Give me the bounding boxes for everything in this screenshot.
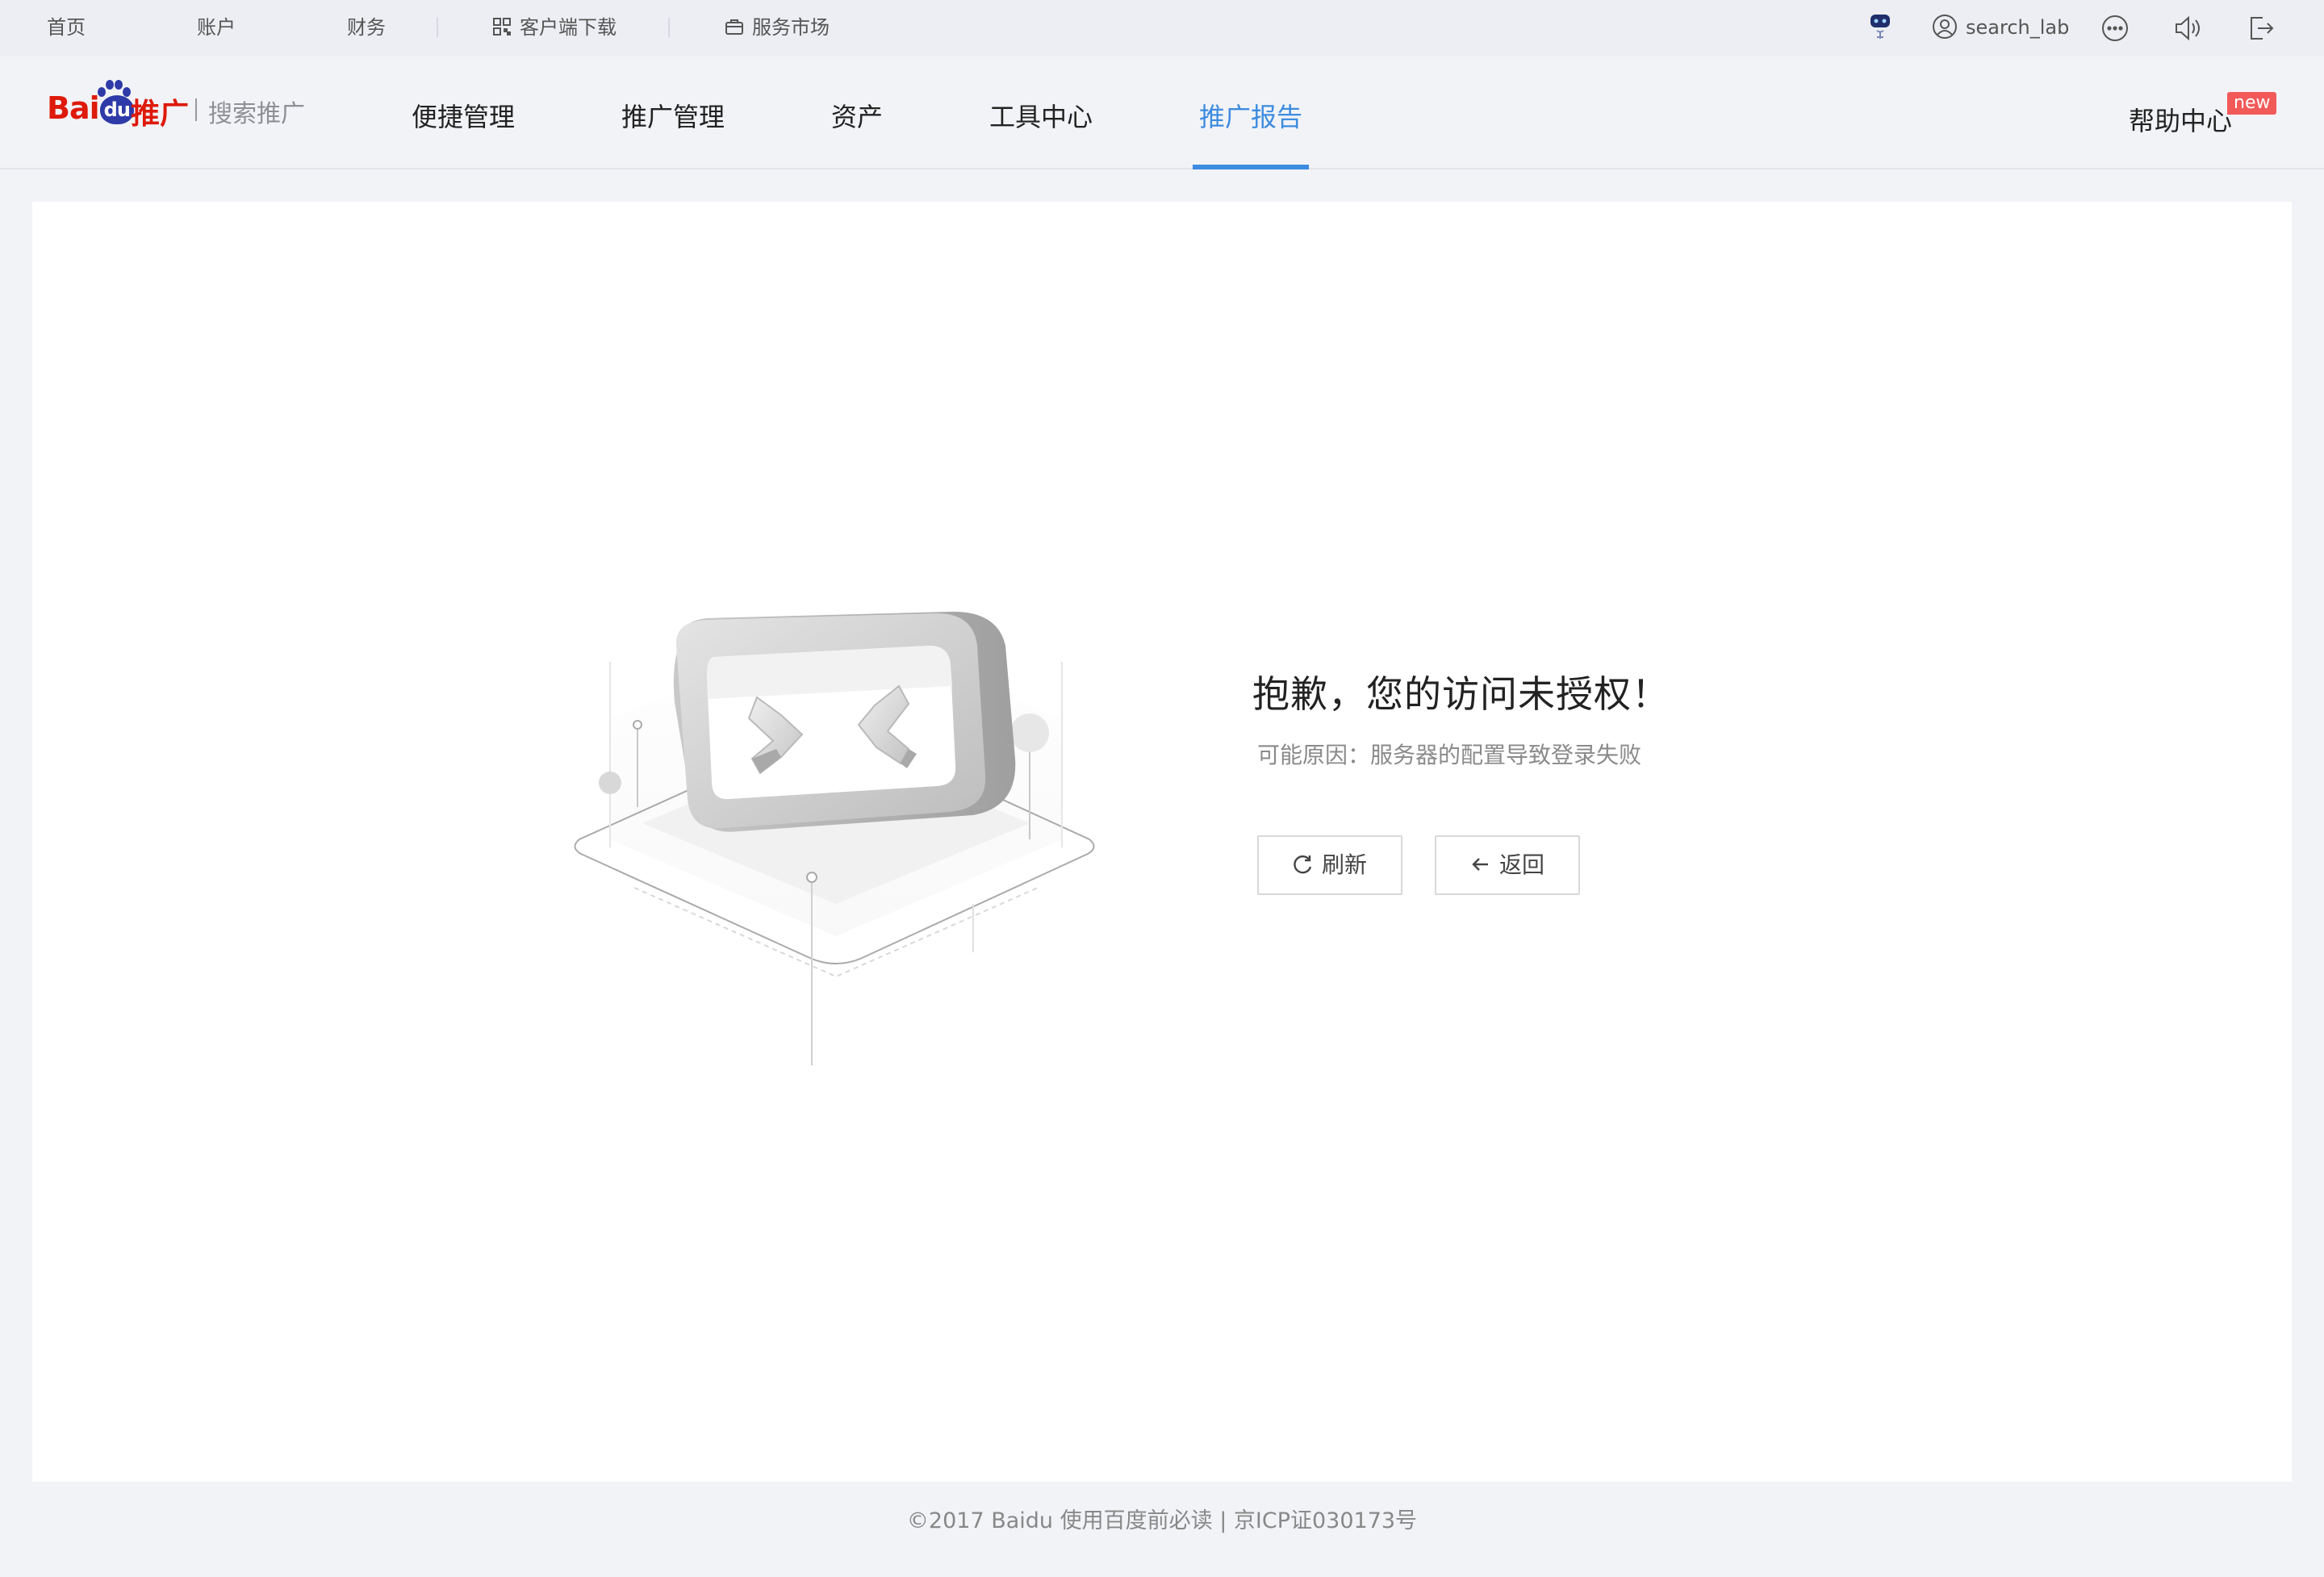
logo-divider (195, 98, 197, 121)
logout-icon[interactable] (2245, 13, 2276, 44)
nav-item-tool-center[interactable]: 工具中心 (989, 56, 1093, 169)
logo-tuiguang: 推广 (131, 98, 190, 131)
topbar-link-home[interactable]: 首页 (47, 0, 86, 56)
refresh-button[interactable]: 刷新 (1257, 835, 1402, 895)
active-tab-indicator (1193, 165, 1309, 169)
bag-icon (725, 19, 743, 35)
unauthorized-illustration (574, 611, 1095, 1065)
refresh-label: 刷新 (1321, 851, 1367, 878)
service-market-label: 服务市场 (752, 16, 830, 39)
error-reason: 可能原因：服务器的配置导致登录失败 (1257, 742, 1642, 768)
speaker-icon[interactable] (2172, 13, 2203, 44)
more-icon[interactable] (2100, 13, 2130, 44)
topbar-divider (437, 18, 438, 37)
footer-copyright: ©2017 Baidu 使用百度前必读 | 京ICP证030173号 (906, 1508, 1418, 1533)
qrcode-icon (493, 18, 511, 36)
back-label: 返回 (1498, 851, 1544, 878)
topbar-link-service-market[interactable]: 服务市场 (725, 0, 830, 56)
nav-item-assets[interactable]: 资产 (831, 56, 883, 169)
paw-icon (98, 80, 131, 97)
refresh-icon (1294, 855, 1312, 874)
topbar-link-finance[interactable]: 财务 (347, 0, 386, 56)
username-label: search_lab (1966, 16, 2070, 39)
help-center-link[interactable]: 帮助中心 (2129, 56, 2232, 169)
client-download-label: 客户端下载 (520, 16, 617, 39)
error-title: 抱歉，您的访问未授权！ (1252, 672, 1670, 716)
top-utility-bar: 首页 账户 财务 客户端下载 服务市场 search_lab (0, 0, 2324, 56)
nav-item-quick-manage[interactable]: 便捷管理 (412, 56, 515, 169)
arrow-left-icon (1472, 858, 1488, 871)
main-navbar: Bai du 推广 搜索推广 便捷管理 推广管理 资产 工具中心 推广报告 帮助中… (0, 56, 2324, 169)
topbar-link-account[interactable]: 账户 (197, 0, 236, 56)
user-icon (1933, 15, 1957, 39)
nav-item-promotion-manage[interactable]: 推广管理 (621, 56, 725, 169)
new-badge: new (2227, 92, 2277, 115)
robot-icon[interactable] (1864, 13, 1895, 44)
nav-item-promotion-report[interactable]: 推广报告 (1199, 56, 1302, 169)
content-card: 抱歉，您的访问未授权！ 可能原因：服务器的配置导致登录失败 刷新 返回 (32, 202, 2292, 1482)
user-menu[interactable]: search_lab (1932, 0, 2069, 56)
logo-subtitle: 搜索推广 (208, 100, 305, 128)
back-button[interactable]: 返回 (1435, 835, 1580, 895)
topbar-link-client-download[interactable]: 客户端下载 (492, 0, 617, 56)
topbar-divider (668, 18, 670, 37)
